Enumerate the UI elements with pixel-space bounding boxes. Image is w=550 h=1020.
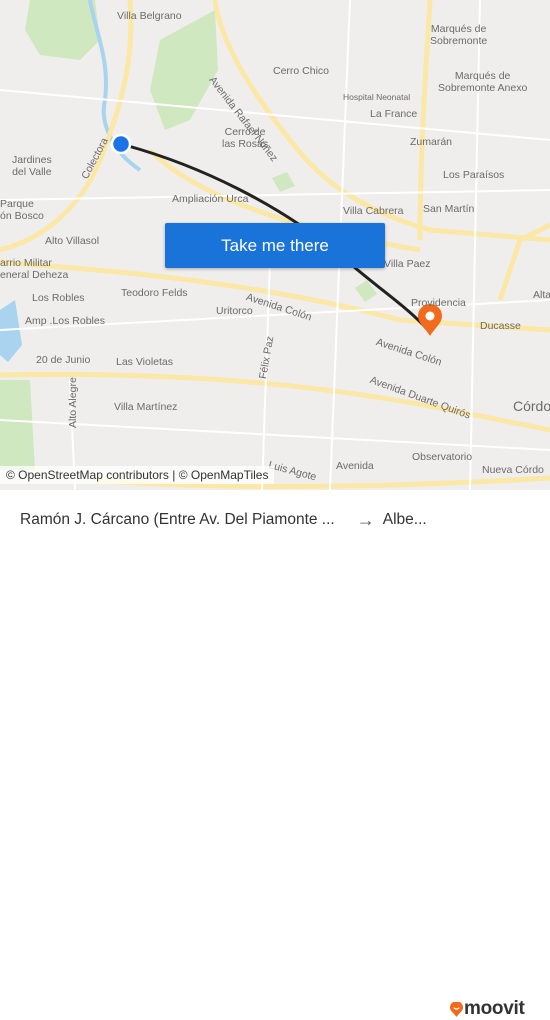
map-label: Córdo bbox=[513, 398, 550, 414]
map-label: Villa Paez bbox=[384, 258, 431, 270]
map-label: Nueva Córdo bbox=[482, 464, 544, 476]
water-area bbox=[0, 300, 22, 362]
park-area bbox=[272, 172, 295, 192]
map-label: Observatorio bbox=[412, 451, 473, 463]
map-label: Alto Villasol bbox=[45, 235, 100, 247]
origin-stop: Ramón J. Cárcano (Entre Av. Del Piamonte… bbox=[20, 511, 335, 528]
map-label: Ducasse bbox=[480, 320, 521, 332]
map-label: Villa Cabrera bbox=[343, 205, 404, 217]
park-area bbox=[150, 10, 218, 130]
brand-name: moovit bbox=[464, 998, 525, 1019]
map-label: Los Paraísos bbox=[443, 169, 505, 181]
map[interactable]: Villa Belgrano Avenida Rafael Núñez Cerro … bbox=[0, 0, 550, 490]
map-label: Avenida bbox=[336, 460, 374, 472]
moovit-pin-icon bbox=[450, 1001, 463, 1017]
map-label: Cerro de las Rosas bbox=[222, 126, 269, 150]
moovit-logo[interactable]: moovit bbox=[450, 998, 525, 1020]
map-label: Alto Alegre bbox=[67, 377, 79, 428]
map-label: Teodoro Felds bbox=[121, 287, 188, 299]
map-label: Marqués de Sobremonte bbox=[430, 23, 488, 47]
destination-stop: Albe... bbox=[382, 511, 427, 528]
map-label: Los Robles bbox=[32, 292, 85, 304]
map-label: Zumarán bbox=[410, 136, 453, 148]
map-label: Uritorco bbox=[216, 305, 253, 317]
map-label: Marqués de Sobremonte Anexo bbox=[438, 70, 528, 94]
map-label: Jardines del Valle bbox=[12, 154, 52, 178]
map-label: Villa Belgrano bbox=[117, 10, 182, 22]
map-label: San Martín bbox=[423, 203, 475, 215]
map-label: Las Violetas bbox=[116, 356, 174, 368]
arrow-right-icon: → bbox=[356, 509, 375, 530]
map-label: 20 de Junio bbox=[36, 354, 91, 366]
map-label: Cerro Chico bbox=[273, 65, 330, 77]
map-attribution[interactable]: © OpenStreetMap contributors | © OpenMap… bbox=[0, 466, 275, 484]
map-label: Alta bbox=[533, 289, 550, 301]
map-label: arrio Militar eneral Deheza bbox=[0, 257, 69, 281]
map-label: Ampliación Urca bbox=[172, 193, 249, 205]
map-label: Parque ón Bosco bbox=[0, 198, 44, 222]
trip-bar: Ramón J. Cárcano (Entre Av. Del Piamonte… bbox=[0, 490, 550, 1019]
map-label: Amp .Los Robles bbox=[25, 315, 105, 327]
map-label: La France bbox=[370, 108, 418, 120]
map-label: Providencia bbox=[411, 297, 466, 309]
origin-marker bbox=[110, 133, 132, 155]
take-me-there-button[interactable]: Take me there bbox=[165, 223, 385, 268]
park-area bbox=[25, 0, 100, 60]
map-label: Hospital Neonatal bbox=[343, 92, 411, 102]
park-area bbox=[0, 380, 35, 470]
map-label: Villa Martínez bbox=[114, 401, 178, 413]
